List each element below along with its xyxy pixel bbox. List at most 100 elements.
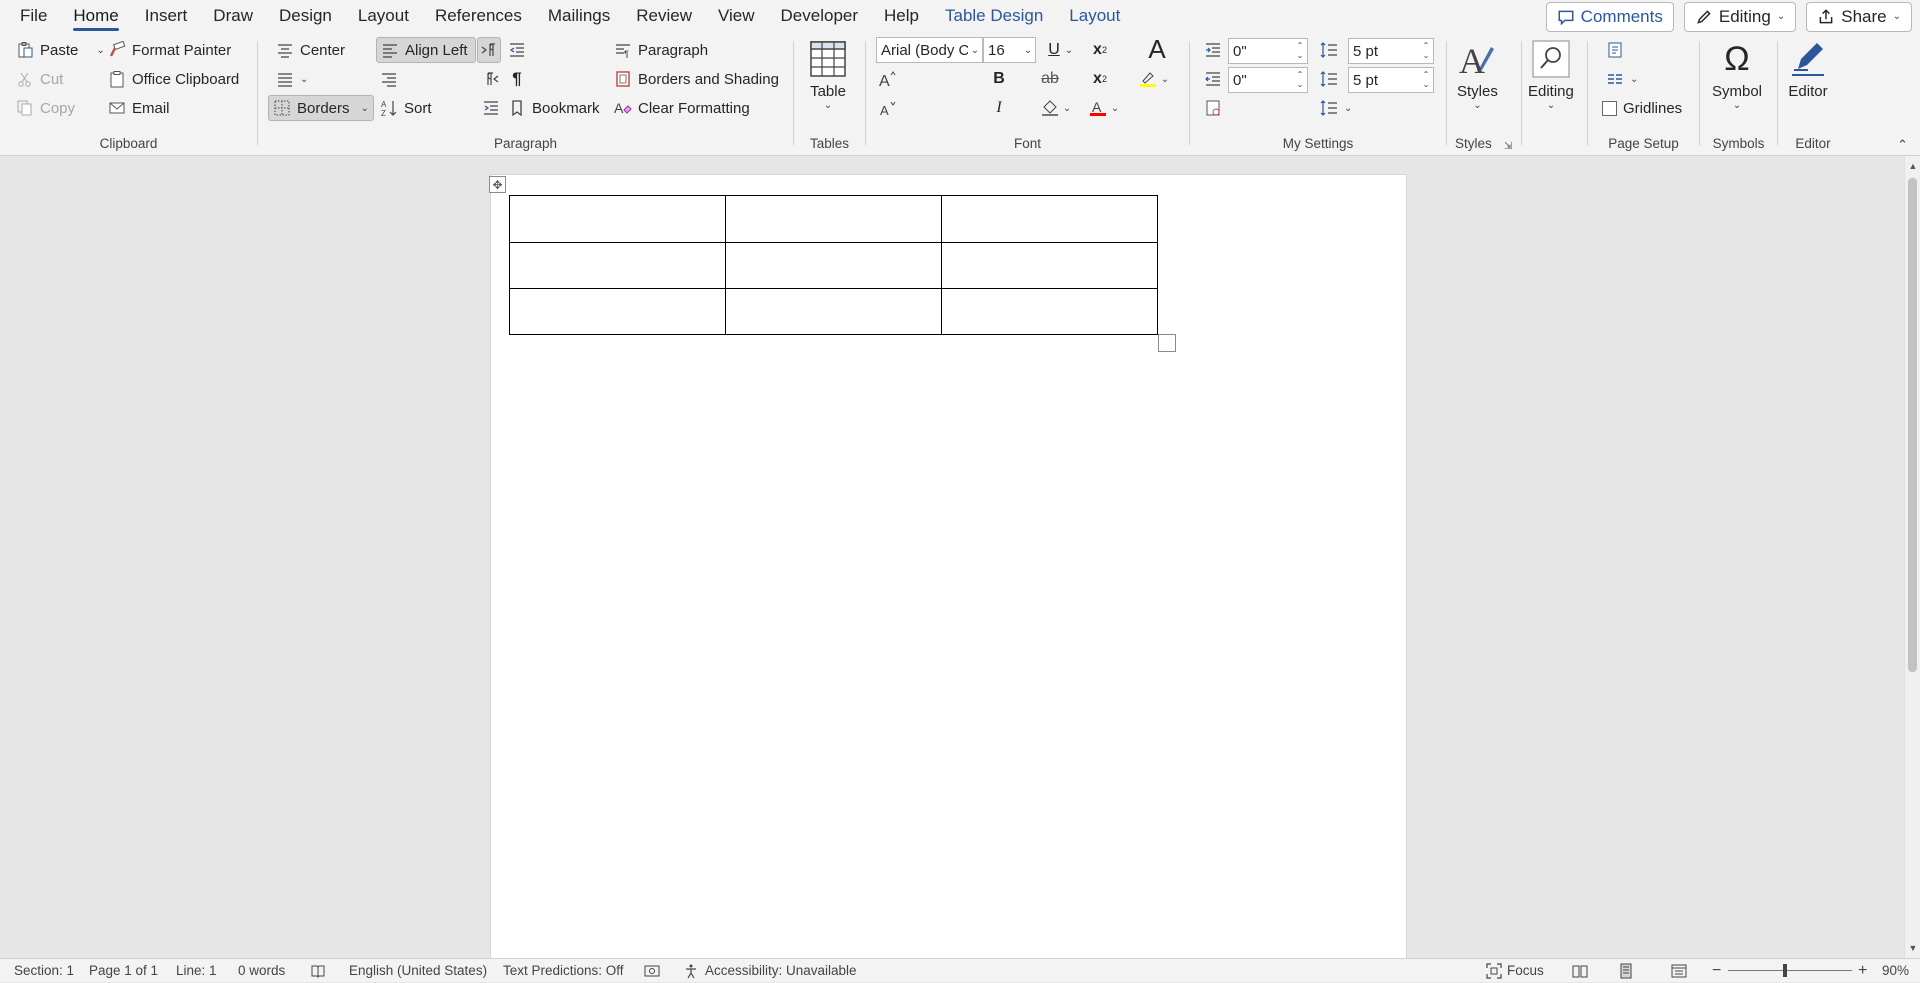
macro-recording-icon[interactable] (644, 959, 660, 983)
vertical-scrollbar[interactable]: ▲ ▼ (1904, 156, 1920, 958)
indent-right-spinner[interactable]: 0" ⌃ ⌄ (1228, 67, 1308, 93)
scroll-thumb[interactable] (1908, 178, 1917, 672)
indent-left-spinner[interactable]: 0" ⌃ ⌄ (1228, 38, 1308, 64)
borders-and-shading-button[interactable]: Borders and Shading (610, 66, 783, 92)
line-spacing-button[interactable]: ⌄ (1320, 95, 1352, 121)
italic-button[interactable]: I (985, 95, 1013, 121)
table-move-handle-icon[interactable]: ✥ (489, 176, 506, 193)
tab-table-design[interactable]: Table Design (932, 0, 1056, 33)
tab-insert[interactable]: Insert (132, 0, 201, 33)
decrease-indent-button[interactable] (504, 37, 530, 63)
status-section[interactable]: Section: 1 (14, 959, 74, 983)
shading-dropdown[interactable]: ⌄ (1058, 95, 1076, 121)
office-clipboard-button[interactable]: Office Clipboard (104, 66, 243, 92)
borders-button[interactable]: Borders ⌄ (268, 95, 374, 121)
status-line[interactable]: Line: 1 (176, 959, 217, 983)
spinner-arrows-icon[interactable]: ⌃ ⌄ (1419, 41, 1433, 61)
zoom-slider-track[interactable] (1728, 970, 1852, 971)
page-color-button[interactable] (1200, 95, 1226, 121)
ltr-direction-button[interactable] (477, 37, 501, 63)
chevron-down-icon[interactable]: ⌄ (1021, 45, 1035, 56)
proofing-icon[interactable] (310, 959, 326, 983)
paste-button[interactable]: Paste ⌄ (12, 37, 109, 63)
comments-button[interactable]: Comments (1545, 1, 1674, 32)
align-right-button[interactable] (376, 66, 402, 92)
spacing-after-spinner[interactable]: 5 pt ⌃ ⌄ (1348, 67, 1434, 93)
copy-button[interactable]: Copy (12, 95, 79, 121)
status-text-predictions[interactable]: Text Predictions: Off (503, 959, 624, 983)
status-language[interactable]: English (United States) (349, 959, 487, 983)
spinner-arrows-icon[interactable]: ⌃ ⌄ (1293, 70, 1307, 90)
document-table[interactable] (509, 195, 1158, 335)
shrink-font-button[interactable]: A (874, 95, 902, 121)
tab-draw[interactable]: Draw (200, 0, 266, 33)
highlight-dropdown[interactable]: ⌄ (1156, 66, 1174, 92)
underline-dropdown[interactable]: ⌄ (1060, 37, 1078, 63)
spacing-before-spinner[interactable]: 5 pt ⌃ ⌄ (1348, 38, 1434, 64)
table-cell[interactable] (941, 242, 1158, 289)
read-mode-icon[interactable] (1572, 959, 1588, 983)
chevron-down-icon[interactable]: ⌄ (300, 74, 308, 85)
tab-review[interactable]: Review (623, 0, 705, 33)
tab-mailings[interactable]: Mailings (535, 0, 623, 33)
grow-font-button[interactable]: A (874, 66, 902, 92)
bookmark-button[interactable]: Bookmark (504, 95, 604, 121)
center-button[interactable]: Center (272, 37, 349, 63)
table-cell[interactable] (509, 288, 726, 335)
table-button[interactable]: Table ⌄ (808, 39, 848, 111)
status-word-count[interactable]: 0 words (238, 959, 285, 983)
table-resize-handle[interactable] (1158, 334, 1176, 352)
focus-button[interactable]: Focus (1486, 959, 1544, 983)
clear-formatting-button[interactable]: A Clear Formatting (610, 95, 754, 121)
justify-button[interactable]: ⌄ (272, 66, 312, 92)
editor-button[interactable]: Editor (1788, 39, 1828, 100)
zoom-slider-thumb[interactable] (1783, 964, 1787, 977)
columns-button[interactable]: ⌄ (1602, 66, 1642, 92)
status-accessibility[interactable]: Accessibility: Unavailable (684, 959, 857, 983)
text-effects-button[interactable]: A (1139, 33, 1175, 65)
rtl-direction-button[interactable] (478, 66, 504, 92)
table-cell[interactable] (509, 195, 726, 243)
table-cell[interactable] (725, 288, 942, 335)
strikethrough-button[interactable]: ab (1036, 66, 1064, 92)
table-cell[interactable] (941, 288, 1158, 335)
chevron-down-icon[interactable]: ⌄ (968, 45, 982, 56)
bold-button[interactable]: B (985, 66, 1013, 92)
tab-developer[interactable]: Developer (768, 0, 872, 33)
paragraph-dialog-button[interactable]: ¶ Paragraph (610, 37, 712, 63)
tab-file[interactable]: File (0, 0, 60, 33)
editing-button[interactable]: Editing ⌄ (1528, 39, 1574, 111)
tab-table-layout[interactable]: Layout (1056, 0, 1133, 33)
zoom-in-icon[interactable]: + (1858, 959, 1867, 983)
chevron-down-icon[interactable]: ⌄ (361, 103, 369, 114)
print-layout-icon[interactable] (1618, 959, 1634, 983)
page-setup-dialog-button[interactable] (1602, 37, 1628, 63)
table-cell[interactable] (509, 242, 726, 289)
scroll-down-icon[interactable]: ▼ (1905, 940, 1920, 956)
sort-button[interactable]: AZ Sort (376, 95, 436, 121)
table-cell[interactable] (941, 195, 1158, 243)
styles-button[interactable]: A Styles ⌄ (1457, 39, 1498, 111)
tab-view[interactable]: View (705, 0, 768, 33)
table-cell[interactable] (725, 195, 942, 243)
dialog-launcher-icon[interactable]: ⇲ (1504, 141, 1512, 152)
increase-indent-button[interactable] (478, 95, 504, 121)
web-layout-icon[interactable] (1671, 959, 1687, 983)
font-size-combo[interactable]: 16 ⌄ (983, 37, 1036, 63)
table-cell[interactable] (725, 242, 942, 289)
collapse-ribbon-icon[interactable]: ⌃ (1897, 137, 1908, 153)
superscript-button[interactable]: x2 (1086, 37, 1114, 63)
align-left-button[interactable]: Align Left (376, 37, 476, 63)
zoom-out-icon[interactable]: − (1712, 959, 1721, 983)
share-button[interactable]: Share ⌄ (1806, 1, 1912, 32)
spinner-arrows-icon[interactable]: ⌃ ⌄ (1419, 70, 1433, 90)
symbol-button[interactable]: Ω Symbol ⌄ (1712, 39, 1762, 111)
cut-button[interactable]: Cut (12, 66, 67, 92)
tab-home[interactable]: Home (60, 0, 131, 33)
spinner-arrows-icon[interactable]: ⌃ ⌄ (1293, 41, 1307, 61)
subscript-button[interactable]: x2 (1086, 66, 1114, 92)
editing-mode-button[interactable]: Editing ⌄ (1683, 1, 1797, 32)
zoom-percent[interactable]: 90% (1882, 959, 1909, 983)
tab-design[interactable]: Design (266, 0, 345, 33)
status-page[interactable]: Page 1 of 1 (89, 959, 158, 983)
